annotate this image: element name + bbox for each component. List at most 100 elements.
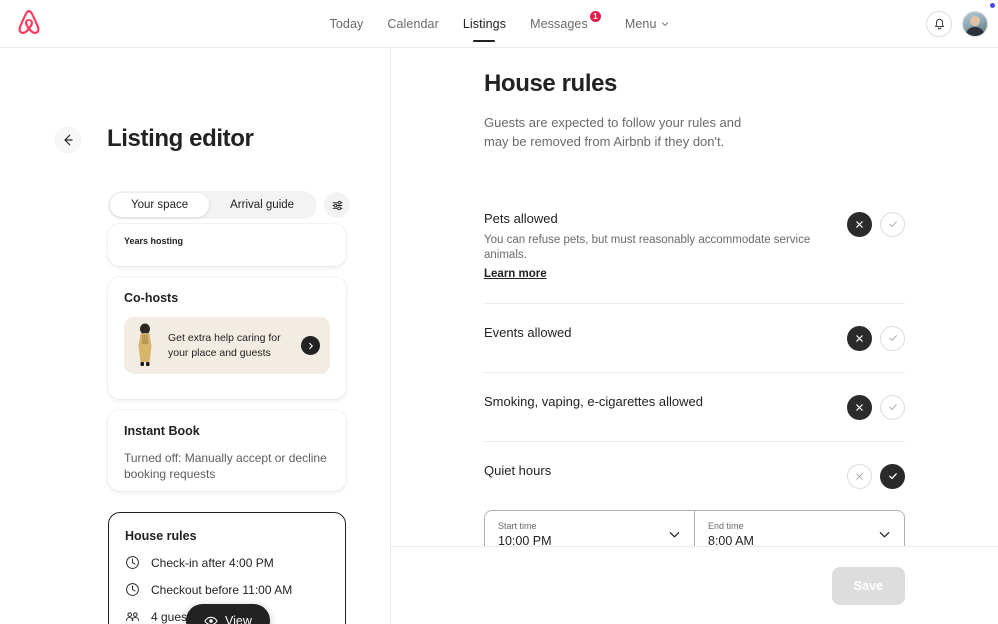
rule-body: Smoking, vaping, e-cigarettes allowed [484, 394, 835, 411]
page-title: Listing editor [107, 125, 254, 152]
rule-body: Quiet hours [484, 463, 835, 480]
years-hosting-label: Years hosting [124, 236, 184, 246]
chevron-down-icon [661, 21, 668, 26]
rule-row-quiet-hours: Quiet hours [484, 440, 905, 510]
cohosts-title: Co-hosts [124, 291, 179, 305]
rule-label: Pets allowed [484, 210, 558, 226]
close-icon [856, 472, 863, 480]
nav-link-calendar[interactable]: Calendar [387, 13, 439, 35]
rule-toggle-group [847, 394, 905, 420]
clock-icon [126, 556, 139, 569]
nav-right-cluster [926, 0, 988, 48]
house-rules-card-title: House rules [125, 529, 197, 543]
rule-description: You can refuse pets, but must reasonably… [484, 233, 811, 262]
rule-row-events-allowed: Events allowed [484, 302, 905, 372]
start-time-select[interactable]: Start time 10:00 PM [484, 509, 694, 546]
rule-toggle-no[interactable] [847, 325, 872, 351]
rule-label: Quiet hours [484, 462, 552, 478]
guests-icon [126, 612, 139, 621]
back-button[interactable] [54, 126, 82, 154]
rule-toggle-yes[interactable] [880, 463, 905, 489]
rule-toggle-no[interactable] [847, 463, 872, 489]
rule-row-smoking-allowed: Smoking, vaping, e-cigarettes allowed [484, 371, 905, 441]
primary-nav-links: Today Calendar Listings Messages 1 Menu [0, 0, 998, 48]
rule-toggle-yes[interactable] [880, 394, 905, 420]
arrow-left-icon [64, 134, 73, 146]
card-cohosts[interactable]: Co-hosts Get extra help caring for your … [108, 277, 346, 399]
quiet-hours-time-pickers: Start time 10:00 PM End time 8:00 AM [484, 509, 905, 546]
cohosts-promo-text: Get extra help caring for your place and… [168, 332, 281, 359]
sliders-icon [332, 200, 342, 210]
rule-label: Smoking, vaping, e-cigarettes allowed [484, 393, 703, 409]
house-rules-scroll-area[interactable]: House rules Guests are expected to follo… [391, 48, 998, 546]
check-icon [888, 404, 897, 411]
rule-toggle-yes[interactable] [880, 211, 905, 237]
filter-settings-button[interactable] [324, 192, 351, 218]
instant-book-title: Instant Book [124, 424, 200, 438]
nav-link-messages-label: Messages [530, 16, 588, 31]
cohosts-promo-banner[interactable]: Get extra help caring for your place and… [124, 317, 330, 374]
close-icon [856, 403, 863, 411]
nav-link-today[interactable]: Today [329, 13, 363, 35]
view-button[interactable]: View [186, 604, 270, 624]
start-time-label: Start time [498, 521, 537, 532]
sidebar-cards-list[interactable]: Years hosting Co-hosts Get extra help ca… [0, 224, 390, 624]
chevron-down-icon [669, 532, 680, 538]
rule-toggle-yes[interactable] [880, 325, 905, 351]
house-rule-text: Checkout before 11:00 AM [151, 582, 293, 597]
nav-link-listings[interactable]: Listings [463, 13, 506, 35]
close-icon [856, 220, 863, 228]
messages-badge: 1 [589, 10, 601, 22]
eye-icon [204, 616, 218, 624]
start-time-inner: Start time 10:00 PM [498, 521, 668, 546]
house-rule-item: Check-in after 4:00 PM [125, 555, 329, 570]
house-rules-description: Guests are expected to follow your rules… [484, 115, 742, 149]
house-rules-panel: House rules Guests are expected to follo… [391, 48, 998, 624]
user-avatar[interactable] [962, 11, 988, 37]
learn-more-link[interactable]: Learn more [484, 268, 547, 280]
rule-body: Events allowed [484, 325, 835, 342]
nav-link-messages[interactable]: Messages 1 [530, 10, 601, 35]
tab-your-space[interactable]: Your space [110, 193, 210, 217]
bell-icon [934, 18, 944, 29]
check-icon [888, 335, 897, 342]
tab-arrival-guide[interactable]: Arrival guide [209, 193, 315, 217]
clock-icon [126, 583, 139, 596]
listing-editor-sidebar: Listing editor Your space Arrival guide … [0, 48, 391, 624]
rule-row-pets-allowed: Pets allowed You can refuse pets, but mu… [484, 190, 905, 303]
card-years-hosting[interactable]: Years hosting [108, 224, 346, 266]
end-time-value: 8:00 AM [708, 534, 754, 546]
rule-toggle-no[interactable] [847, 211, 872, 237]
nav-link-menu-label: Menu [624, 16, 657, 31]
end-time-label: End time [708, 521, 744, 532]
chevron-right-icon [308, 342, 313, 349]
house-rules-title: House rules [484, 70, 617, 97]
view-button-label: View [225, 613, 252, 624]
editor-tabs: Your space Arrival guide [108, 191, 351, 219]
rules-list: Pets allowed You can refuse pets, but mu… [484, 190, 905, 546]
cohost-illustration [130, 322, 160, 370]
notifications-button[interactable] [926, 11, 952, 37]
chevron-down-icon [879, 532, 890, 538]
card-instant-book[interactable]: Instant Book Turned off: Manually accept… [108, 410, 346, 491]
check-icon [888, 221, 897, 228]
close-icon [856, 334, 863, 342]
end-time-select[interactable]: End time 8:00 AM [694, 509, 905, 546]
house-rule-item: Checkout before 11:00 AM [125, 582, 329, 597]
top-navigation-bar: Today Calendar Listings Messages 1 Menu [0, 0, 998, 48]
nav-link-menu[interactable]: Menu [625, 13, 669, 35]
house-rule-text: Check-in after 4:00 PM [151, 555, 274, 570]
check-icon [888, 473, 897, 480]
end-time-inner: End time 8:00 AM [708, 521, 878, 546]
rule-toggle-group [847, 463, 905, 489]
rule-toggle-group [847, 211, 905, 237]
editor-footer: Save [391, 546, 998, 624]
status-dot [990, 3, 995, 8]
rule-label: Events allowed [484, 324, 572, 340]
start-time-value: 10:00 PM [498, 534, 552, 546]
tab-group: Your space Arrival guide [108, 191, 318, 219]
instant-book-description: Turned off: Manually accept or decline b… [124, 451, 327, 481]
save-button[interactable]: Save [831, 566, 905, 605]
rule-toggle-no[interactable] [847, 394, 872, 420]
cohosts-promo-arrow-button[interactable] [301, 336, 320, 355]
